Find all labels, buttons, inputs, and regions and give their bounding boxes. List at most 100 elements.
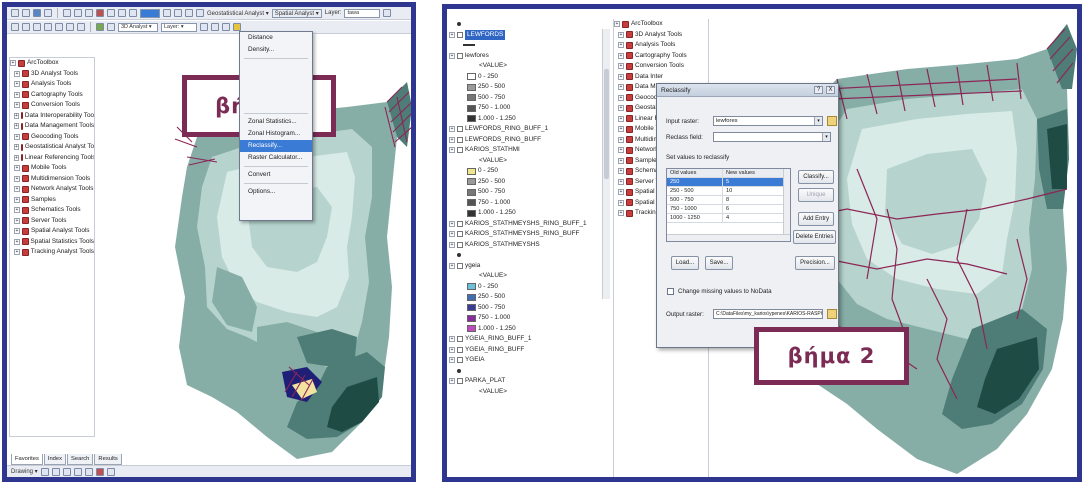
expand-icon[interactable]: + bbox=[449, 241, 455, 248]
toc-item-class[interactable]: 1.000 - 1.250 bbox=[449, 208, 603, 219]
toolbox-icon[interactable] bbox=[174, 9, 182, 17]
expand-icon[interactable]: + bbox=[618, 126, 624, 133]
toolbox-item[interactable]: + Network Analyst Tools bbox=[10, 184, 94, 195]
menu-item[interactable] bbox=[240, 61, 312, 71]
table-row[interactable]: 750 - 1000 6 bbox=[667, 205, 790, 214]
identify-icon[interactable] bbox=[107, 23, 115, 31]
expand-icon[interactable]: + bbox=[449, 126, 455, 133]
tool-a-icon[interactable] bbox=[200, 23, 208, 31]
expand-icon[interactable]: + bbox=[14, 175, 20, 182]
expand-icon[interactable]: + bbox=[14, 70, 20, 77]
expand-icon[interactable]: + bbox=[14, 102, 20, 109]
visibility-checkbox[interactable] bbox=[457, 357, 463, 364]
toc-item-dot[interactable] bbox=[449, 19, 603, 30]
expand-icon[interactable]: + bbox=[618, 31, 624, 38]
back-icon[interactable] bbox=[66, 23, 74, 31]
expand-icon[interactable]: + bbox=[14, 154, 19, 161]
visibility-checkbox[interactable] bbox=[457, 136, 463, 143]
select-icon[interactable] bbox=[96, 23, 104, 31]
toc-item-class[interactable]: 250 - 500 bbox=[449, 82, 603, 93]
nodata-checkbox[interactable] bbox=[667, 288, 674, 295]
expand-icon[interactable]: + bbox=[618, 189, 624, 196]
expand-icon[interactable]: + bbox=[618, 84, 624, 91]
menu-item[interactable] bbox=[240, 91, 312, 101]
toc-item-layer[interactable]: + LEWFORDS_RING_BUFF_1 bbox=[449, 124, 603, 135]
fixed-zoom-icon[interactable] bbox=[55, 23, 63, 31]
toolbox-item[interactable]: + Cartography Tools bbox=[10, 90, 94, 101]
toc-item-line[interactable] bbox=[449, 40, 603, 51]
visibility-checkbox[interactable] bbox=[457, 220, 463, 227]
toolbox-item[interactable]: + Mobile Tools bbox=[10, 163, 94, 174]
add-entry-button[interactable]: Add Entry bbox=[798, 212, 834, 226]
toolbox-item[interactable]: + Analysis Tools bbox=[614, 40, 708, 51]
toc-tab[interactable]: Index bbox=[43, 454, 67, 465]
toc-tab[interactable]: Search bbox=[67, 454, 94, 465]
expand-icon[interactable]: + bbox=[618, 115, 624, 122]
open-icon[interactable] bbox=[22, 9, 30, 17]
visibility-checkbox[interactable] bbox=[457, 147, 463, 154]
table-row[interactable]: 1000 - 1250 4 bbox=[667, 214, 790, 223]
close-button[interactable]: X bbox=[826, 86, 835, 94]
toc-item-dot[interactable] bbox=[449, 250, 603, 261]
expand-icon[interactable]: + bbox=[618, 178, 624, 185]
toolbox-root-item[interactable]: + ArcToolbox bbox=[10, 58, 94, 69]
rectangle-icon[interactable] bbox=[62, 467, 71, 476]
toc-item-class[interactable]: 750 - 1.000 bbox=[449, 313, 603, 324]
expand-icon[interactable]: + bbox=[614, 21, 620, 28]
menu-item[interactable] bbox=[240, 71, 312, 81]
print-icon[interactable] bbox=[44, 9, 52, 17]
layer-combo-2[interactable]: Layer: ▾ bbox=[161, 22, 197, 32]
expand-icon[interactable]: + bbox=[449, 220, 455, 227]
expand-icon[interactable]: + bbox=[14, 249, 20, 256]
expand-icon[interactable]: + bbox=[14, 133, 20, 140]
toc-item-layer[interactable]: + YGEIA_RING_BUFF bbox=[449, 345, 603, 356]
tool-c-icon[interactable] bbox=[222, 23, 230, 31]
toc-item-layer[interactable]: + LEWFORDS_RING_BUFF bbox=[449, 135, 603, 146]
paste-icon[interactable] bbox=[85, 9, 93, 17]
toolbox-item[interactable]: + Samples bbox=[10, 195, 94, 206]
delete-entries-button[interactable]: Delete Entries bbox=[793, 230, 836, 244]
expand-icon[interactable]: + bbox=[618, 168, 624, 175]
visibility-checkbox[interactable] bbox=[457, 52, 463, 59]
table-row[interactable]: 500 - 750 8 bbox=[667, 196, 790, 205]
fill-color-icon[interactable] bbox=[84, 467, 93, 476]
new-value-cell[interactable]: 4 bbox=[723, 214, 781, 222]
load-button[interactable]: Load... bbox=[671, 256, 699, 270]
rotate-icon[interactable] bbox=[51, 467, 60, 476]
toc-item-dot[interactable] bbox=[449, 366, 603, 377]
old-value-cell[interactable]: 500 - 750 bbox=[667, 196, 723, 204]
toolbox-item[interactable]: + Data Interoperability Tools bbox=[10, 111, 94, 122]
expand-icon[interactable]: + bbox=[618, 199, 624, 206]
new-value-cell[interactable]: 6 bbox=[723, 205, 781, 213]
toolbox-item[interactable]: + Geostatistical Analyst Tools bbox=[10, 142, 94, 153]
toc-item-layer[interactable]: + KARIOS_STATHMEYSHS bbox=[449, 240, 603, 251]
menu-item[interactable]: Reclassify... bbox=[240, 140, 312, 152]
toc-item-layer[interactable]: + PARKA_PLAT bbox=[449, 376, 603, 387]
expand-icon[interactable]: + bbox=[449, 378, 455, 385]
expand-icon[interactable]: + bbox=[449, 231, 455, 238]
expand-icon[interactable]: + bbox=[449, 357, 455, 364]
visibility-checkbox[interactable] bbox=[457, 241, 463, 248]
toc-item-layer[interactable]: + lewfores bbox=[449, 51, 603, 62]
expand-icon[interactable]: + bbox=[14, 91, 20, 98]
copy-icon[interactable] bbox=[74, 9, 82, 17]
expand-icon[interactable]: + bbox=[449, 262, 455, 269]
toc-item-class[interactable]: 250 - 500 bbox=[449, 177, 603, 188]
new-value-cell[interactable]: 10 bbox=[723, 187, 781, 195]
text-icon[interactable] bbox=[73, 467, 82, 476]
toolbox-item[interactable]: + Conversion Tools bbox=[10, 100, 94, 111]
zoom-out-icon[interactable] bbox=[22, 23, 30, 31]
help-icon[interactable] bbox=[196, 9, 204, 17]
scroll-thumb[interactable] bbox=[604, 69, 609, 179]
expand-icon[interactable]: + bbox=[449, 136, 455, 143]
toolbox-item[interactable]: + Linear Referencing Tools bbox=[10, 153, 94, 164]
toc-item-layer[interactable]: + KARIOS_STATHMI bbox=[449, 145, 603, 156]
expand-icon[interactable]: + bbox=[10, 60, 16, 67]
old-value-cell[interactable]: 250 - 500 bbox=[667, 187, 723, 195]
toc-item-class[interactable]: 500 - 750 bbox=[449, 303, 603, 314]
expand-icon[interactable]: + bbox=[449, 31, 455, 38]
editor-icon[interactable] bbox=[163, 9, 171, 17]
menu-item[interactable]: Density... bbox=[240, 44, 312, 56]
classify-button[interactable]: Classify... bbox=[798, 170, 834, 184]
tool-b-icon[interactable] bbox=[211, 23, 219, 31]
